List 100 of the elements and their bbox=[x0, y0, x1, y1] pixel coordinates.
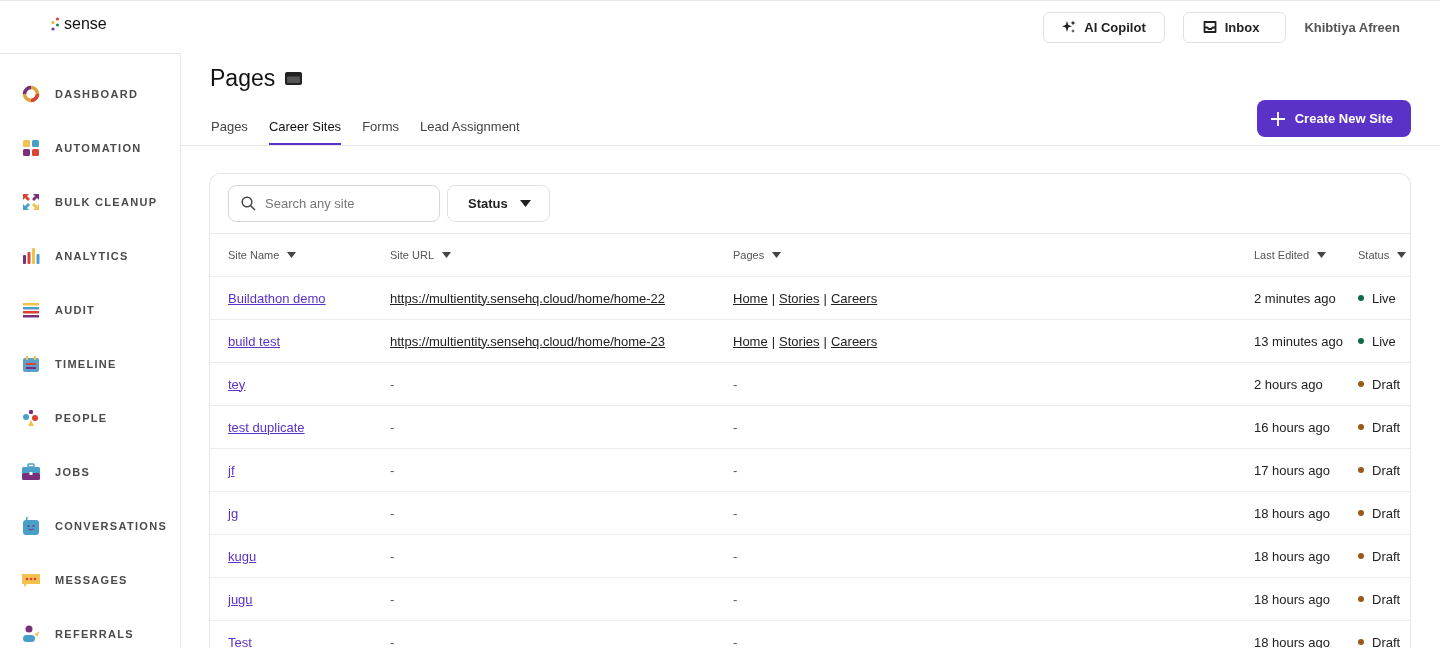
user-name[interactable]: Khibtiya Afreen bbox=[1304, 19, 1400, 35]
site-url-link[interactable]: https://multientity.sensehq.cloud/home/home-23 bbox=[390, 333, 666, 349]
last-edited: 18 hours ago bbox=[1254, 591, 1330, 607]
ai-copilot-button[interactable]: AI Copilot bbox=[1043, 11, 1165, 43]
page-link[interactable]: Home bbox=[733, 290, 768, 306]
grid-icon bbox=[21, 138, 41, 158]
last-edited: 2 minutes ago bbox=[1254, 290, 1336, 306]
page-link[interactable]: Careers bbox=[830, 333, 878, 349]
empty-url: - bbox=[390, 634, 395, 648]
empty-url: - bbox=[390, 376, 395, 392]
empty-pages: - bbox=[733, 462, 738, 478]
site-url-link[interactable]: https://multientity.sensehq.cloud/home/home-22 bbox=[390, 290, 666, 306]
people-icon bbox=[21, 408, 41, 428]
briefcase-icon bbox=[21, 462, 41, 482]
column-header[interactable]: Last Edited bbox=[1254, 249, 1310, 261]
sort-caret-icon[interactable] bbox=[287, 252, 297, 258]
create-new-site-button[interactable]: Create New Site bbox=[1256, 100, 1411, 137]
site-name-link[interactable]: jf bbox=[228, 462, 235, 478]
last-edited: 13 minutes ago bbox=[1254, 333, 1343, 349]
calendar-icon bbox=[21, 354, 41, 374]
sparkle-icon bbox=[1062, 20, 1077, 34]
separator: | bbox=[771, 333, 776, 349]
sidebar-item[interactable]: CONVERSATIONS bbox=[0, 499, 180, 553]
search-field[interactable]: Search any site bbox=[228, 185, 440, 222]
caret-down-icon bbox=[519, 200, 531, 207]
sidebar-item[interactable]: JOBS bbox=[0, 445, 180, 499]
separator: | bbox=[823, 333, 827, 349]
site-name-link[interactable]: Buildathon demo bbox=[228, 290, 326, 306]
sort-caret-icon[interactable] bbox=[1317, 252, 1327, 258]
logo-text: sense bbox=[64, 15, 107, 33]
site-name-link[interactable]: test duplicate bbox=[228, 419, 305, 435]
sidebar-item[interactable]: PEOPLE bbox=[0, 391, 180, 445]
inbox-button[interactable]: Inbox bbox=[1182, 11, 1287, 43]
arrows-icon bbox=[21, 192, 41, 212]
sidebar-item[interactable]: MESSAGES bbox=[0, 553, 180, 607]
status-label: Draft bbox=[1372, 419, 1401, 435]
status-label: Draft bbox=[1372, 505, 1401, 521]
page-link[interactable]: Careers bbox=[830, 290, 878, 306]
status-label: Live bbox=[1372, 290, 1396, 306]
separator: | bbox=[771, 290, 776, 306]
empty-url: - bbox=[390, 591, 395, 607]
site-name-link[interactable]: tey bbox=[228, 376, 246, 392]
plus-icon bbox=[1270, 111, 1285, 126]
status-label: Draft bbox=[1372, 376, 1401, 392]
site-name-link[interactable]: kugu bbox=[228, 548, 257, 564]
tab[interactable]: Career Sites bbox=[268, 114, 342, 145]
tab[interactable]: Pages bbox=[211, 114, 248, 145]
separator: | bbox=[823, 290, 827, 306]
browser-window-icon bbox=[285, 72, 303, 85]
last-edited: 18 hours ago bbox=[1254, 548, 1330, 564]
site-name-link[interactable]: build test bbox=[228, 333, 281, 349]
status-label: Draft bbox=[1372, 462, 1401, 478]
last-edited: 2 hours ago bbox=[1254, 376, 1323, 392]
column-header[interactable]: Pages bbox=[733, 249, 765, 261]
ring-icon bbox=[21, 84, 41, 104]
inbox-tray-icon bbox=[1202, 21, 1217, 33]
page-link[interactable]: Home bbox=[733, 333, 768, 349]
empty-pages: - bbox=[733, 591, 738, 607]
sidebar-item[interactable]: TIMELINE bbox=[0, 337, 180, 391]
empty-pages: - bbox=[733, 505, 738, 521]
page-link[interactable]: Stories bbox=[779, 333, 820, 349]
empty-url: - bbox=[390, 462, 395, 478]
status-label: Draft bbox=[1372, 634, 1401, 648]
column-header[interactable]: Status bbox=[1358, 249, 1390, 261]
site-name-link[interactable]: jugu bbox=[228, 591, 253, 607]
status-label: Live bbox=[1372, 333, 1396, 349]
empty-pages: - bbox=[733, 634, 738, 648]
site-name-link[interactable]: Test bbox=[228, 634, 252, 648]
sort-caret-icon[interactable] bbox=[442, 252, 452, 258]
empty-pages: - bbox=[733, 376, 738, 392]
column-header[interactable]: Site URL bbox=[390, 249, 435, 261]
sidebar-item[interactable]: BULK CLEANUP bbox=[0, 175, 180, 229]
column-header[interactable]: Site Name bbox=[228, 249, 280, 261]
tab[interactable]: Forms bbox=[362, 114, 399, 145]
tab[interactable]: Lead Assignment bbox=[419, 114, 520, 145]
empty-url: - bbox=[390, 505, 395, 521]
sort-caret-icon[interactable] bbox=[772, 252, 782, 258]
person-icon bbox=[21, 624, 41, 644]
status-dropdown[interactable]: Status bbox=[447, 185, 550, 222]
empty-url: - bbox=[390, 548, 395, 564]
status-label: Draft bbox=[1372, 548, 1401, 564]
status-label: Draft bbox=[1372, 591, 1401, 607]
bars-icon bbox=[21, 246, 41, 266]
sort-caret-icon[interactable] bbox=[1397, 252, 1407, 258]
site-name-link[interactable]: jg bbox=[228, 505, 239, 521]
sidebar-item[interactable]: ANALYTICS bbox=[0, 229, 180, 283]
empty-pages: - bbox=[733, 419, 738, 435]
sidebar-item[interactable]: AUDIT bbox=[0, 283, 180, 337]
last-edited: 17 hours ago bbox=[1254, 462, 1330, 478]
last-edited: 18 hours ago bbox=[1254, 505, 1330, 521]
sidebar-item[interactable]: AUTOMATION bbox=[0, 121, 180, 175]
robot-icon bbox=[21, 516, 41, 536]
last-edited: 16 hours ago bbox=[1254, 419, 1330, 435]
empty-url: - bbox=[390, 419, 395, 435]
page-title: Pages bbox=[210, 65, 276, 92]
sidebar-item[interactable]: DASHBOARD bbox=[0, 67, 180, 121]
page-link[interactable]: Stories bbox=[779, 290, 820, 306]
list-icon bbox=[21, 300, 41, 320]
sidebar-item[interactable]: REFERRALS bbox=[0, 607, 180, 648]
empty-pages: - bbox=[733, 548, 738, 564]
